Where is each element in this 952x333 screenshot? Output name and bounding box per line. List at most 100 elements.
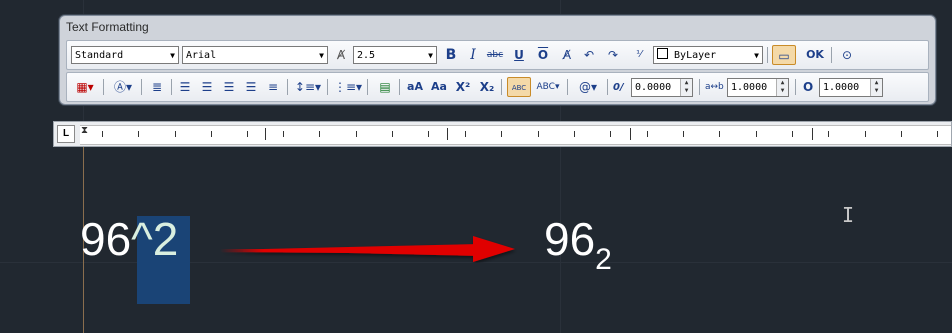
chevron-down-icon: ▼	[428, 51, 433, 60]
ruler-tick	[538, 131, 539, 137]
line-spacing-icon[interactable]: ↕≡▾	[293, 77, 323, 97]
ruler-tick	[610, 131, 611, 137]
oblique-angle-icon: 0/	[613, 82, 624, 93]
underline-button[interactable]: U	[509, 45, 529, 65]
uppercase-button[interactable]: aA	[405, 77, 425, 97]
text-height-select[interactable]: 2.5 ▼	[353, 46, 437, 64]
spinner-arrows-icon[interactable]: ▲ ▼	[870, 79, 882, 96]
columns-icon[interactable]: ▦▾	[71, 77, 99, 97]
separator	[831, 47, 832, 63]
undo-icon[interactable]: ↶	[579, 45, 599, 65]
ruler-tick	[265, 128, 266, 140]
superscript-button[interactable]: X²	[453, 77, 473, 97]
ruler-tick	[175, 131, 176, 137]
ruler-toggle-button[interactable]: ▭	[772, 45, 796, 65]
separator	[607, 79, 608, 95]
separator	[141, 79, 142, 95]
separator	[501, 79, 502, 95]
distribute-icon[interactable]: ≡	[263, 77, 283, 97]
text-color-select[interactable]: ByLayer ▼	[653, 46, 763, 64]
source-stack-text: ^2	[131, 213, 179, 265]
ruler-tick	[683, 131, 684, 137]
overline-button[interactable]: O	[533, 45, 553, 65]
result-subscript-text: 2	[595, 243, 612, 276]
ruler-tick	[719, 131, 720, 137]
mtext-ruler[interactable]: L ⧗	[53, 121, 952, 147]
separator	[103, 79, 104, 95]
ruler-scale[interactable]: ⧗	[80, 125, 951, 145]
spinner-arrows-icon[interactable]: ▲ ▼	[776, 79, 788, 96]
separator	[567, 79, 568, 95]
chevron-down-icon: ▼	[170, 51, 175, 60]
mtext-editor-text[interactable]: 96^2	[80, 213, 178, 265]
ruler-tick	[247, 131, 248, 137]
ruler-tick	[647, 131, 648, 137]
spell-check-button[interactable]: ABC	[507, 77, 531, 97]
align-right-icon[interactable]: ☰	[219, 77, 239, 97]
spinner-arrows-icon[interactable]: ▲ ▼	[680, 79, 692, 96]
source-base-text: 96	[80, 213, 132, 265]
ruler-tick	[937, 131, 938, 137]
text-style-select[interactable]: Standard ▼	[71, 46, 179, 64]
toolbar-row-2: ▦▾ Ⓐ▾ ≣ ☰ ☰ ☰ ☰ ≡ ↕≡▾ ⋮≡▾ ▤ aA Aa X² X₂ …	[66, 72, 929, 102]
redo-icon[interactable]: ↷	[603, 45, 623, 65]
align-left-icon[interactable]: ☰	[175, 77, 195, 97]
edit-dictionary-icon[interactable]: ABC▾	[533, 77, 563, 97]
ruler-tick	[392, 131, 393, 137]
font-select[interactable]: Arial ▼	[182, 46, 328, 64]
options-icon[interactable]: ⊙	[837, 45, 857, 65]
tab-type-button[interactable]: L	[57, 125, 75, 143]
ruler-tick	[901, 131, 902, 137]
width-factor-input[interactable]: 1.0000 ▲ ▼	[819, 78, 883, 97]
ok-button[interactable]: OK	[803, 45, 827, 65]
result-text: 962	[544, 213, 612, 276]
stack-icon[interactable]: ⅟	[629, 45, 649, 65]
chevron-down-icon: ▼	[754, 51, 759, 60]
indent-marker-icon[interactable]: ⧗	[81, 125, 88, 136]
symbol-icon[interactable]: @▾	[573, 77, 603, 97]
text-formatting-toolbar: Text Formatting Standard ▼ Arial ▼ Ⱥ 2.5 ▼ …	[59, 15, 936, 105]
color-swatch	[657, 48, 668, 59]
window-title: Text Formatting	[66, 20, 149, 34]
tracking-input[interactable]: 1.0000 ▲ ▼	[727, 78, 789, 97]
toolbar-row-1: Standard ▼ Arial ▼ Ⱥ 2.5 ▼ B I abc U O A̸ ↶…	[66, 40, 929, 70]
separator	[795, 79, 796, 95]
separator	[699, 79, 700, 95]
lowercase-button[interactable]: Aa	[429, 77, 449, 97]
insert-field-icon[interactable]: ▤	[375, 77, 395, 97]
separator	[287, 79, 288, 95]
subscript-button[interactable]: X₂	[477, 77, 497, 97]
ruler-tick	[356, 131, 357, 137]
result-base-text: 96	[544, 213, 596, 265]
ruler-tick	[211, 131, 212, 137]
oblique-angle-input[interactable]: 0.0000 ▲ ▼	[631, 78, 693, 97]
mtext-justify-icon[interactable]: Ⓐ▾	[109, 77, 137, 97]
ruler-tick	[319, 131, 320, 137]
ruler-tick	[630, 128, 631, 140]
separator	[767, 47, 768, 63]
ruler-tick	[792, 131, 793, 137]
ruler-tick	[102, 131, 103, 137]
match-format-icon[interactable]: A̸	[557, 45, 577, 65]
italic-button[interactable]: I	[463, 45, 483, 65]
separator	[367, 79, 368, 95]
align-center-icon[interactable]: ☰	[197, 77, 217, 97]
paragraph-icon[interactable]: ≣	[147, 77, 167, 97]
ruler-tick	[447, 128, 448, 140]
ruler-tick	[865, 131, 866, 137]
ruler-tick	[501, 131, 502, 137]
separator	[171, 79, 172, 95]
chevron-down-icon: ▼	[319, 51, 324, 60]
red-arrow-icon	[220, 236, 515, 262]
ruler-tick	[283, 131, 284, 137]
justify-icon[interactable]: ☰	[241, 77, 261, 97]
width-factor-icon: O	[803, 80, 814, 94]
bold-button[interactable]: B	[441, 45, 461, 65]
ruler-tick	[428, 131, 429, 137]
ruler-tick	[828, 131, 829, 137]
ruler-tick	[138, 131, 139, 137]
text-cursor-icon: I	[842, 203, 855, 227]
ruler-tick	[574, 131, 575, 137]
strikethrough-button[interactable]: abc	[485, 45, 505, 65]
numbering-icon[interactable]: ⋮≡▾	[333, 77, 363, 97]
